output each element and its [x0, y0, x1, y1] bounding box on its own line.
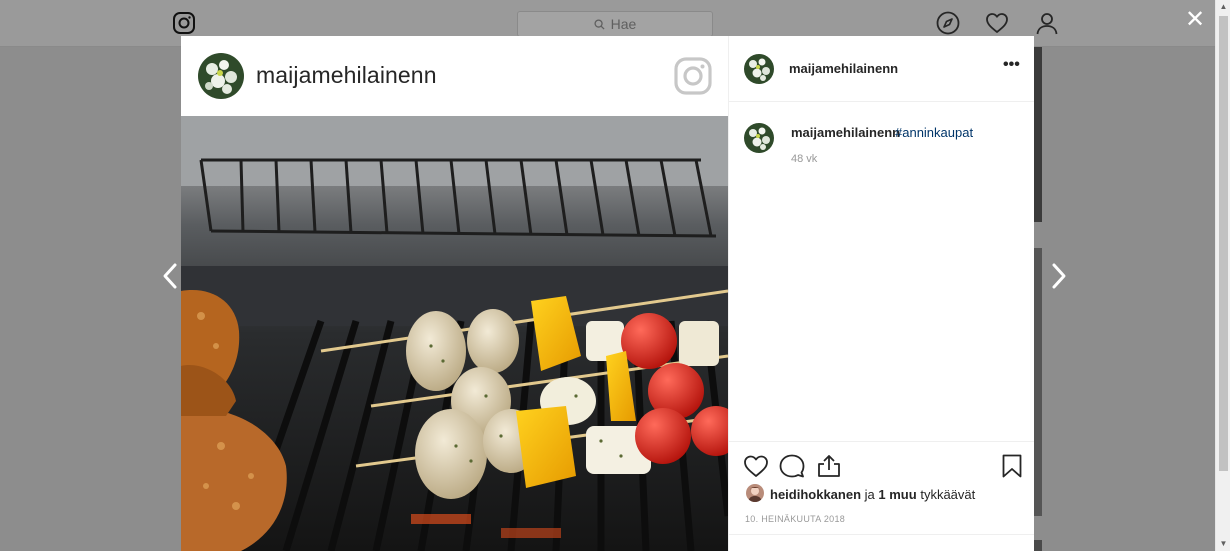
caption-timestamp: 48 vk	[791, 153, 818, 165]
comment-area[interactable]	[729, 534, 1034, 551]
close-icon: ✕	[1184, 6, 1206, 33]
search-icon	[594, 18, 605, 30]
scroll-thumb[interactable]	[1219, 16, 1228, 471]
post-photo[interactable]	[181, 116, 728, 551]
more-options-icon[interactable]: •••	[1003, 57, 1021, 78]
instagram-glyph-icon[interactable]	[673, 56, 713, 96]
share-icon[interactable]	[816, 453, 842, 479]
scroll-down-arrow[interactable]: ▼	[1216, 537, 1230, 551]
background-thumbnail	[1034, 540, 1042, 551]
background-thumbnail	[1034, 47, 1042, 222]
liker-username[interactable]: heidihokkanen	[770, 487, 861, 502]
avatar[interactable]	[198, 53, 244, 99]
heart-icon[interactable]	[985, 11, 1009, 35]
post-media: maijamehilainenn	[181, 36, 728, 551]
close-button[interactable]: ✕	[1184, 6, 1206, 33]
likes-summary: heidihokkanen ja 1 muu tykkäävät	[770, 487, 975, 502]
post-actions: heidihokkanen ja 1 muu tykkäävät 10. HEI…	[729, 441, 1034, 551]
caption-hashtag[interactable]: #anninkaupat	[895, 125, 973, 140]
avatar[interactable]	[744, 123, 774, 153]
post-details-panel: maijamehilainenn ••• maijamehilainenn #a…	[728, 36, 1034, 551]
avatar[interactable]	[746, 484, 764, 502]
other-likes-link[interactable]: 1 muu	[878, 487, 916, 502]
likes-conjunction: ja	[864, 487, 875, 502]
compass-icon[interactable]	[936, 11, 960, 35]
post-header: maijamehilainenn •••	[729, 36, 1034, 102]
chevron-left-icon[interactable]	[160, 262, 180, 290]
scroll-up-arrow[interactable]: ▲	[1216, 0, 1230, 14]
chevron-right-icon[interactable]	[1049, 262, 1069, 290]
caption-username[interactable]: maijamehilainenn	[791, 125, 900, 140]
avatar[interactable]	[744, 54, 774, 84]
post-date[interactable]: 10. HEINÄKUUTA 2018	[745, 514, 845, 524]
vertical-scrollbar[interactable]: ▲ ▼	[1215, 0, 1230, 551]
embed-header: maijamehilainenn	[181, 36, 728, 116]
search-placeholder: Hae	[610, 16, 637, 32]
search-input[interactable]: Hae	[517, 11, 713, 37]
like-heart-icon[interactable]	[743, 453, 769, 479]
likes-suffix: tykkäävät	[920, 487, 976, 502]
comment-icon[interactable]	[779, 453, 805, 479]
instagram-logo-icon[interactable]	[172, 11, 196, 35]
post-modal: maijamehilainenn maijamehilainenn ••• ma…	[181, 36, 1034, 551]
embed-username[interactable]: maijamehilainenn	[256, 62, 437, 89]
post-username[interactable]: maijamehilainenn	[789, 61, 898, 76]
background-thumbnail	[1034, 248, 1042, 516]
bookmark-icon[interactable]	[999, 453, 1025, 479]
profile-icon[interactable]	[1035, 11, 1059, 35]
